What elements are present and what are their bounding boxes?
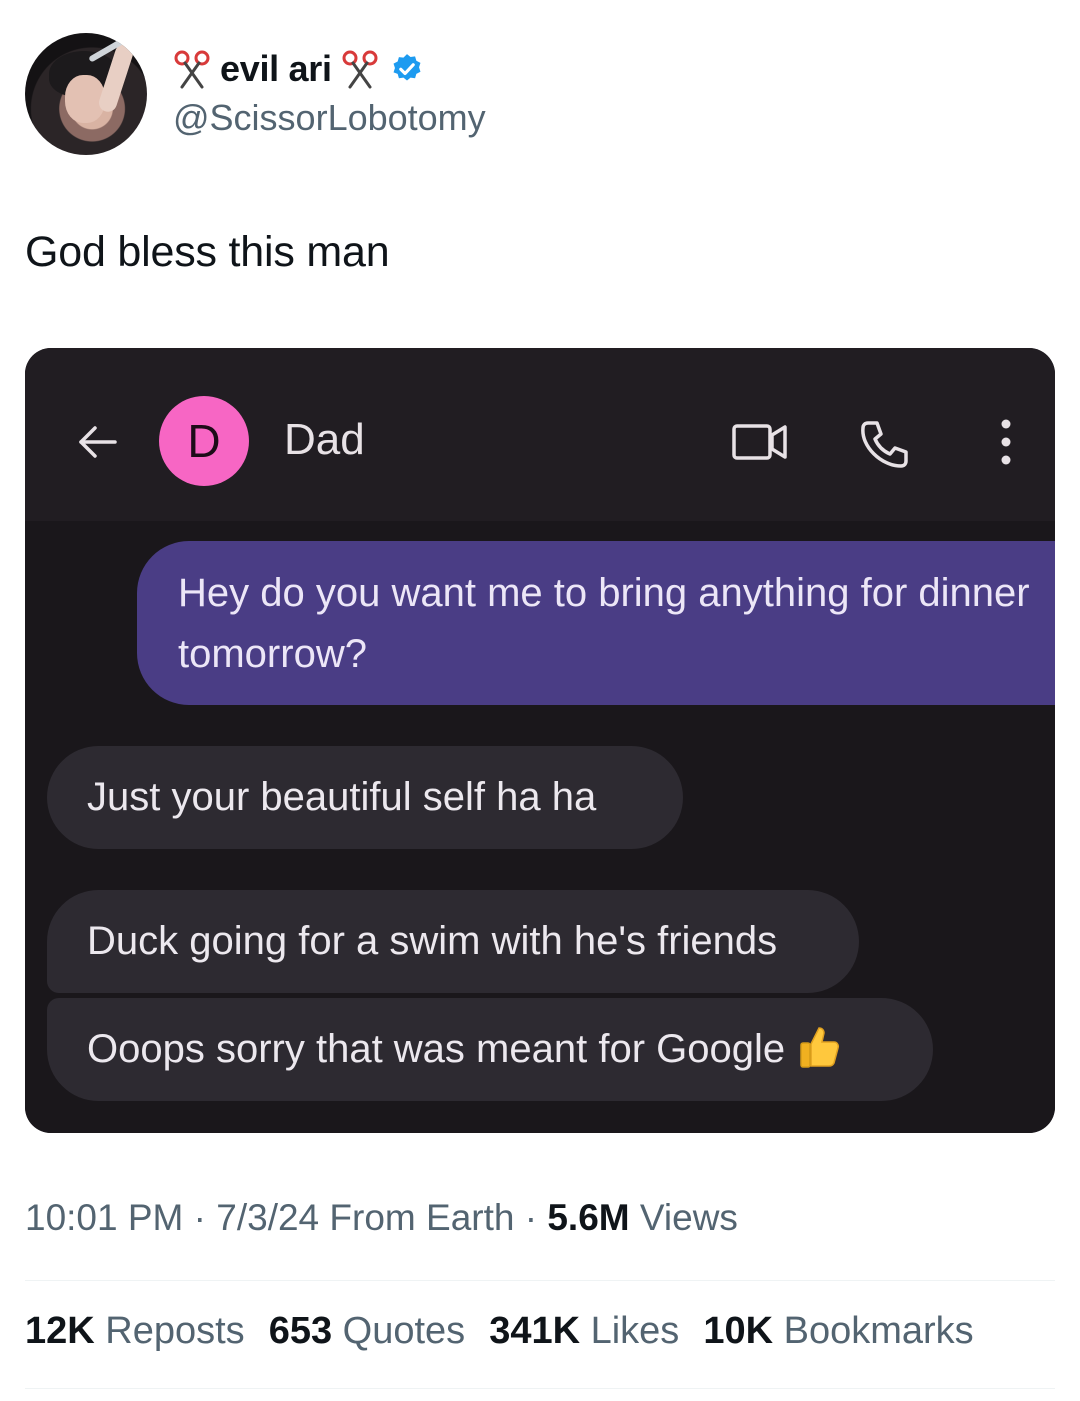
contact-name[interactable]: Dad [284, 415, 365, 465]
likes-stat[interactable]: 341K Likes [489, 1310, 679, 1353]
phone-icon[interactable] [859, 418, 909, 468]
messages-topbar: D Dad [25, 348, 1055, 521]
arrow-left-icon[interactable] [75, 420, 119, 464]
quotes-stat[interactable]: 653 Quotes [269, 1310, 466, 1353]
verified-icon[interactable] [390, 52, 424, 86]
tweet-stats: 12K Reposts 653 Quotes 341K Likes 10K Bo… [25, 1310, 974, 1353]
thumbs-up-icon [800, 1027, 840, 1068]
tweet-meta: 10:01 PM · 7/3/24 From Earth · 5.6M View… [25, 1197, 738, 1238]
author-avatar[interactable] [25, 33, 147, 155]
incoming-message-text: Ooops sorry that was meant for Google [87, 1027, 786, 1071]
divider [25, 1280, 1055, 1281]
author-name-row[interactable]: evil ari [172, 47, 424, 91]
tweet-location: From Earth [329, 1197, 515, 1238]
more-vertical-icon[interactable] [995, 416, 1017, 468]
video-call-icon[interactable] [731, 420, 789, 464]
incoming-message[interactable]: Ooops sorry that was meant for Google [47, 998, 933, 1101]
divider [25, 1388, 1055, 1389]
incoming-message[interactable]: Duck going for a swim with he's friends [47, 890, 859, 993]
tweet-text: God bless this man [25, 228, 390, 276]
contact-avatar[interactable]: D [159, 396, 249, 486]
author-handle[interactable]: @ScissorLobotomy [173, 97, 486, 139]
message-thread: Hey do you want me to bring anything for… [25, 521, 1055, 1133]
tweet-date[interactable]: 7/3/24 [216, 1197, 319, 1238]
tweet-header: evil ari @ScissorLobotomy [25, 33, 1055, 157]
incoming-message[interactable]: Just your beautiful self ha ha [47, 746, 683, 849]
scissors-icon [342, 50, 378, 89]
scissors-icon [174, 50, 210, 89]
tweet-time[interactable]: 10:01 PM [25, 1197, 183, 1238]
author-display-name[interactable]: evil ari [220, 48, 332, 90]
reposts-stat[interactable]: 12K Reposts [25, 1310, 245, 1353]
views-count: 5.6M [547, 1197, 630, 1238]
tweet-media-image[interactable]: D Dad Hey do you want me to bring anythi… [25, 348, 1055, 1133]
outgoing-message[interactable]: Hey do you want me to bring anything for… [137, 541, 1055, 705]
bookmarks-stat[interactable]: 10K Bookmarks [703, 1310, 973, 1353]
views-label: Views [639, 1197, 738, 1238]
